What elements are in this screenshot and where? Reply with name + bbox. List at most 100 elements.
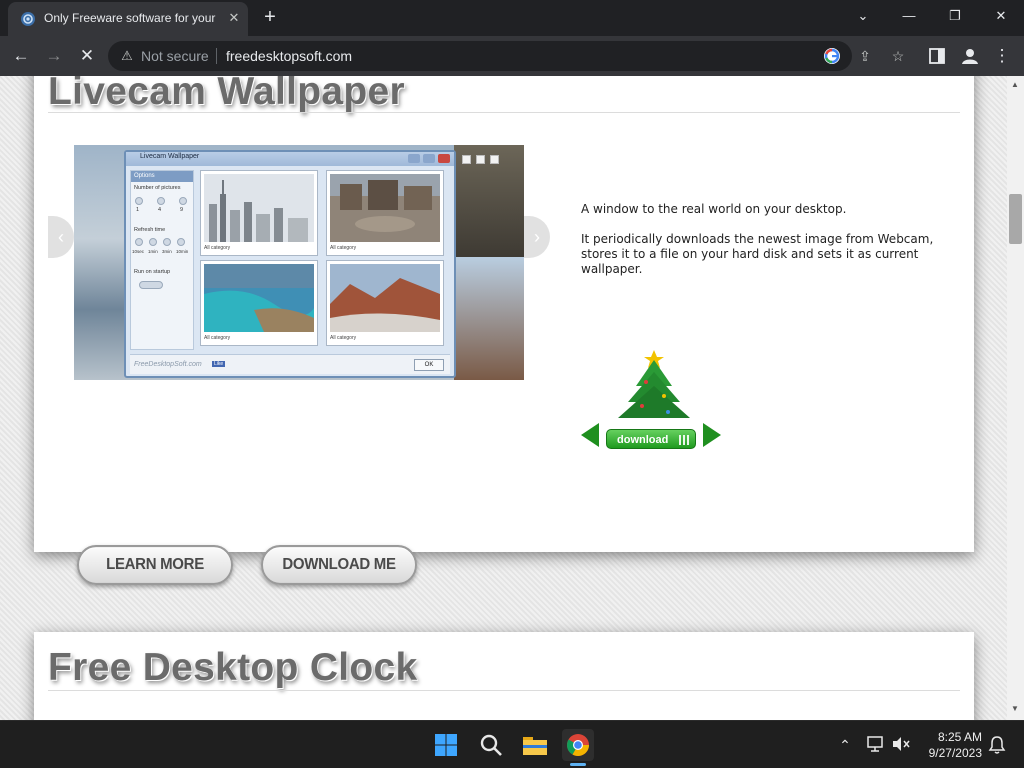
options-header: Options xyxy=(131,171,193,182)
screenshot-slider[interactable]: Livecam Wallpaper Options Number of pict… xyxy=(74,145,524,380)
minimize-button[interactable]: — xyxy=(895,4,923,28)
tab-title: Only Freeware software for your xyxy=(44,11,216,25)
clock-time[interactable]: 8:25 AM xyxy=(910,730,982,744)
scroll-down-arrow-icon[interactable]: ▼ xyxy=(1011,704,1019,713)
option-value: 10sec xyxy=(132,249,145,254)
profile-icon[interactable] xyxy=(960,46,980,66)
page-viewport: Livecam Wallpaper Livecam Wallpaper Opti… xyxy=(0,76,1007,720)
thumbnail-caption: All category xyxy=(204,335,231,341)
radio-knob xyxy=(157,197,165,205)
app-screenshot: Livecam Wallpaper Options Number of pict… xyxy=(124,150,456,378)
scrollbar-thumb[interactable] xyxy=(1009,194,1022,244)
network-icon[interactable] xyxy=(866,735,886,753)
app-maximize-icon xyxy=(423,154,435,163)
windows-logo-icon xyxy=(435,734,457,756)
radio-knob xyxy=(179,197,187,205)
windows-taskbar: ⌃ 8:25 AM 9/27/2023 xyxy=(0,720,1024,768)
chevron-up-icon[interactable]: ⌃ xyxy=(835,735,855,755)
slider-dot[interactable] xyxy=(476,155,485,164)
browser-tab[interactable]: Only Freeware software for your ✕ xyxy=(8,2,248,36)
option-value: 1min xyxy=(148,249,158,254)
option-label: Number of pictures xyxy=(134,185,181,191)
magnifier-icon xyxy=(480,734,502,756)
new-tab-button[interactable]: + xyxy=(259,7,281,29)
active-app-indicator xyxy=(570,763,586,766)
tab-bar: Only Freeware software for your ✕ + ⌄ — … xyxy=(0,0,1024,36)
camera-thumbnail: All category xyxy=(326,260,444,346)
restore-button[interactable]: ❐ xyxy=(941,4,969,28)
tab-search-chevron-icon[interactable]: ⌄ xyxy=(849,4,877,28)
option-value: 3min xyxy=(162,249,172,254)
site-favicon-icon xyxy=(21,12,35,26)
option-value: 1 xyxy=(136,207,140,213)
section-title: Livecam Wallpaper xyxy=(48,76,405,113)
page-scrollbar[interactable]: ▲ ▼ xyxy=(1007,76,1024,720)
url-text[interactable]: freedesktopsoft.com xyxy=(226,48,352,64)
title-divider xyxy=(48,112,960,113)
product-card-clock: Free Desktop Clock xyxy=(34,632,974,720)
browser-toolbar: ← → ✕ ⚠ Not secure freedesktopsoft.com ⇪… xyxy=(0,36,1024,76)
search-icon[interactable] xyxy=(475,729,507,761)
thumbnail-caption: All category xyxy=(330,335,357,341)
folder-icon xyxy=(523,737,547,755)
security-label[interactable]: Not secure xyxy=(141,48,209,64)
app-ok-button: OK xyxy=(414,359,444,371)
chrome-icon[interactable] xyxy=(562,729,594,761)
download-next-arrow-icon[interactable] xyxy=(703,423,721,447)
option-label: Refresh time xyxy=(134,227,166,233)
close-window-button[interactable]: ✕ xyxy=(987,4,1015,28)
address-bar[interactable]: ⚠ Not secure freedesktopsoft.com ⇪ ☆ xyxy=(108,41,904,71)
warning-icon[interactable]: ⚠ xyxy=(118,47,136,65)
toggle-switch xyxy=(139,281,163,289)
product-description: A window to the real world on your deskt… xyxy=(581,202,941,292)
town-square-image xyxy=(330,174,440,242)
option-value: 4 xyxy=(158,207,162,213)
thumbnail-caption: All category xyxy=(204,245,231,251)
google-icon[interactable] xyxy=(824,48,840,64)
download-me-button[interactable]: DOWNLOAD ME xyxy=(261,545,417,585)
option-label: Run on startup xyxy=(134,269,171,275)
title-divider xyxy=(48,690,960,691)
radio-knob xyxy=(135,197,143,205)
radio-knob xyxy=(149,238,157,246)
camera-thumbnail: All category xyxy=(200,170,318,256)
stop-loading-button[interactable]: ✕ xyxy=(76,45,98,67)
radio-knob xyxy=(177,238,185,246)
radio-knob xyxy=(135,238,143,246)
like-badge: Like xyxy=(212,361,226,367)
slider-prev-arrow-icon[interactable]: ‹ xyxy=(48,216,74,258)
download-badge-button[interactable]: download xyxy=(606,429,696,449)
scroll-up-arrow-icon[interactable]: ▲ xyxy=(1011,80,1019,89)
app-titlebar: Livecam Wallpaper xyxy=(126,152,454,166)
download-prev-arrow-icon[interactable] xyxy=(581,423,599,447)
close-tab-icon[interactable]: ✕ xyxy=(226,10,242,26)
app-footer: FreeDesktopSoft.com Like OK xyxy=(130,354,450,374)
camera-thumbnail: All category xyxy=(326,170,444,256)
learn-more-button[interactable]: LEARN MORE xyxy=(77,545,233,585)
menu-icon[interactable]: ⋮ xyxy=(991,45,1013,67)
windows-start-icon[interactable] xyxy=(430,729,462,761)
file-explorer-icon[interactable] xyxy=(519,729,551,761)
slider-dot[interactable] xyxy=(490,155,499,164)
slider-dot[interactable] xyxy=(462,155,471,164)
volume-muted-icon[interactable] xyxy=(891,735,911,753)
chrome-logo-icon xyxy=(567,734,589,756)
grid-icon xyxy=(679,435,689,445)
camera-thumbnail: All category xyxy=(200,260,318,346)
bookmark-star-icon[interactable]: ☆ xyxy=(889,47,907,65)
share-icon[interactable]: ⇪ xyxy=(856,47,874,65)
notification-bell-icon[interactable] xyxy=(988,735,1006,755)
slider-next-arrow-icon[interactable]: › xyxy=(524,216,550,258)
download-badge-label: download xyxy=(617,434,669,446)
back-button[interactable]: ← xyxy=(10,45,32,67)
side-panel-icon[interactable] xyxy=(929,48,945,64)
christmas-tree-icon xyxy=(618,350,690,418)
product-card-livecam: Livecam Wallpaper Livecam Wallpaper Opti… xyxy=(34,76,974,552)
beach-image xyxy=(204,264,314,332)
clock-date[interactable]: 9/27/2023 xyxy=(910,746,982,760)
app-options-panel: Options Number of pictures 1 4 9 Refresh… xyxy=(130,170,194,350)
option-value: 9 xyxy=(180,207,184,213)
mountain-image xyxy=(330,264,440,332)
app-minimize-icon xyxy=(408,154,420,163)
forward-button[interactable]: → xyxy=(43,45,65,67)
